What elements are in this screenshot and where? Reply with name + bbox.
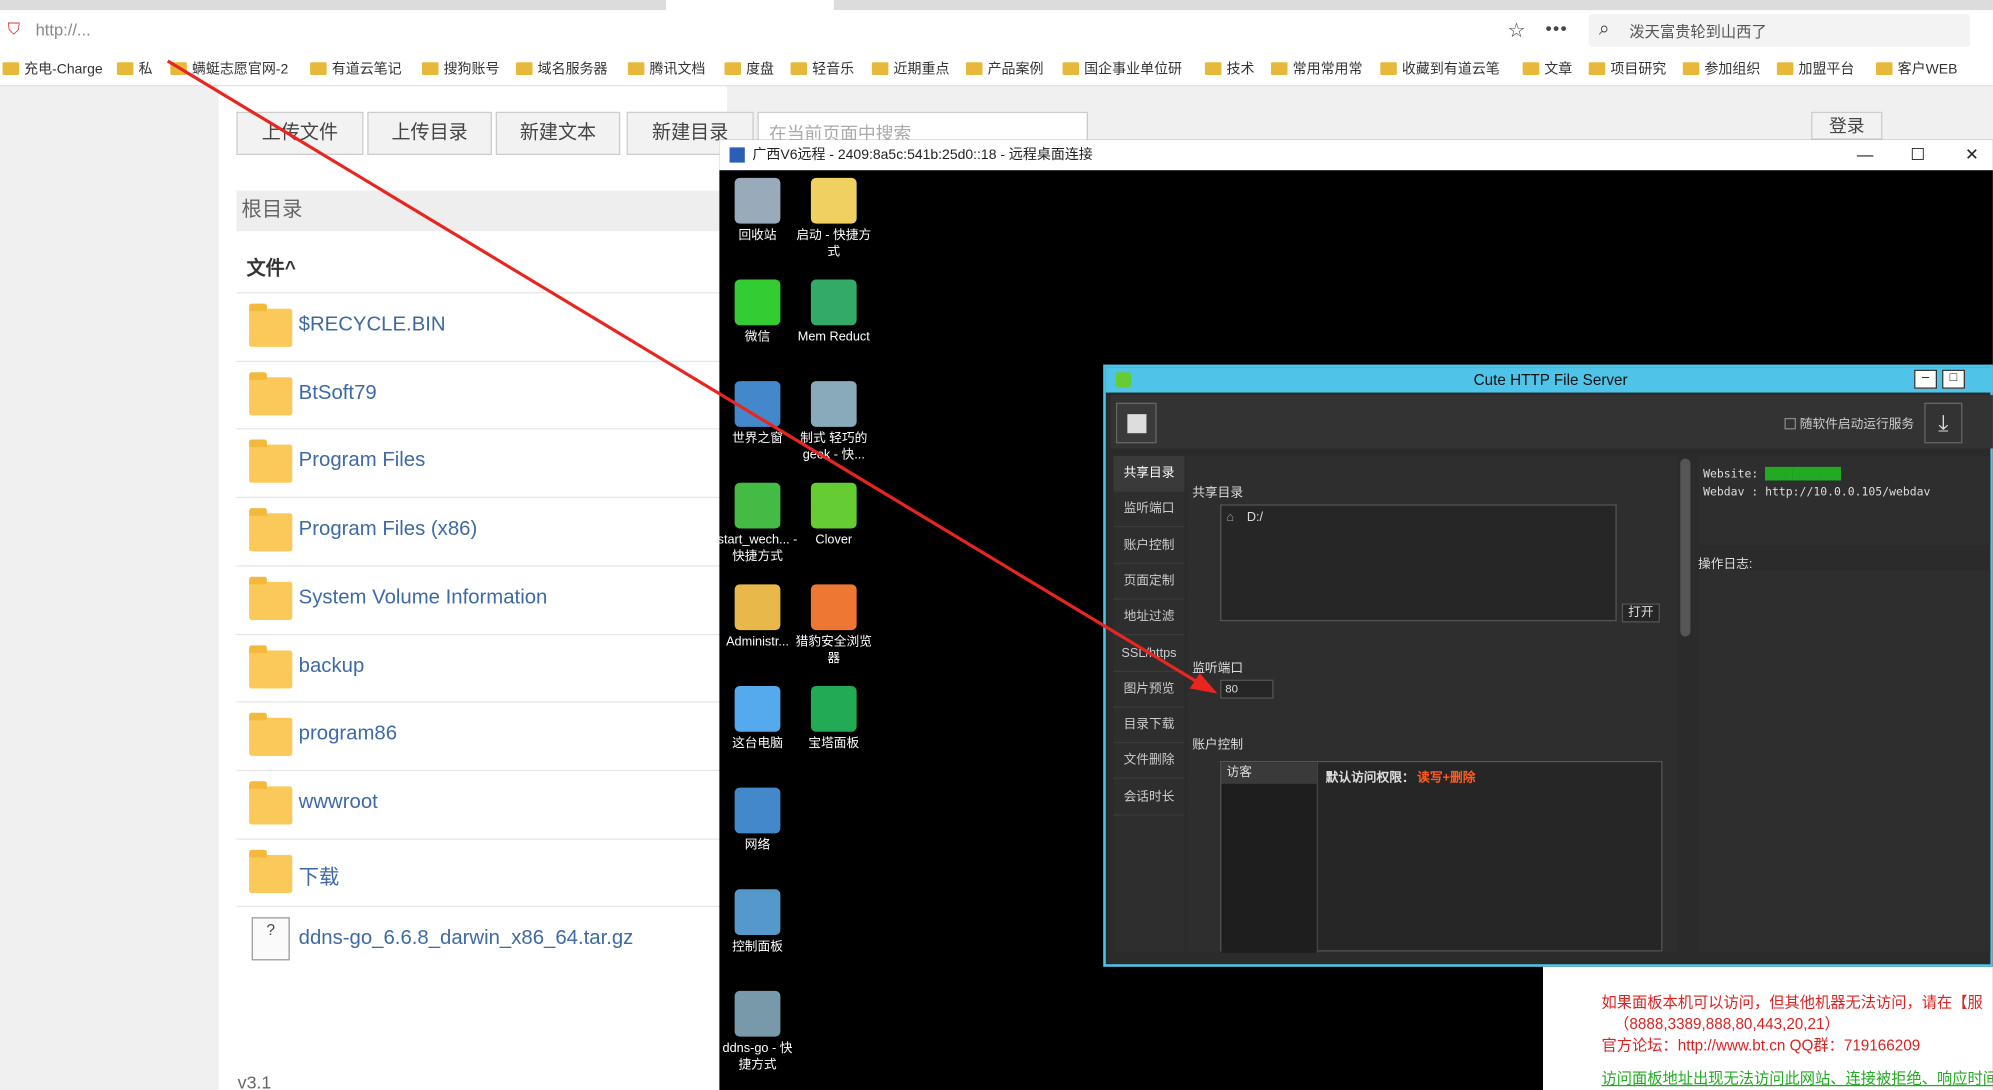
arrow-head bbox=[1189, 673, 1218, 694]
annotation-arrow bbox=[166, 59, 1218, 694]
arrow-line bbox=[166, 59, 1201, 685]
screenshot: ⛉ http://... ☆ ••• ⌕ 泼天富贵轮到山西了 充电-Charge… bbox=[0, 0, 1993, 1090]
